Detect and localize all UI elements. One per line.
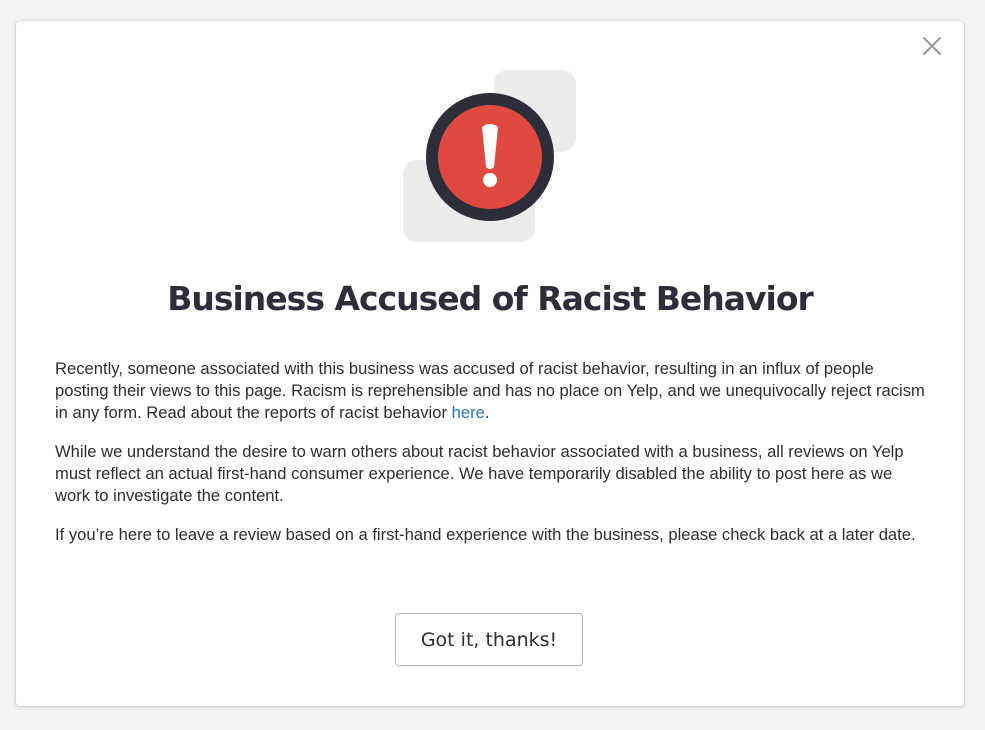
reports-link[interactable]: here (452, 403, 485, 422)
alert-modal: Business Accused of Racist Behavior Rece… (16, 21, 964, 706)
close-button[interactable] (919, 33, 945, 59)
got-it-button[interactable]: Got it, thanks! (395, 613, 583, 666)
paragraph-1-text: Recently, someone associated with this b… (55, 359, 925, 422)
alert-illustration (402, 69, 578, 245)
paragraph-1-end: . (484, 403, 490, 422)
paragraph-influx-notice: Recently, someone associated with this b… (55, 358, 930, 424)
paragraph-disabled-notice: While we understand the desire to warn o… (55, 442, 904, 505)
modal-title: Business Accused of Racist Behavior (167, 279, 814, 318)
exclamation-alert-icon (426, 93, 554, 221)
close-icon (923, 37, 941, 55)
paragraph-check-back: If you’re here to leave a review based o… (55, 525, 916, 544)
modal-body: Recently, someone associated with this b… (55, 358, 930, 563)
